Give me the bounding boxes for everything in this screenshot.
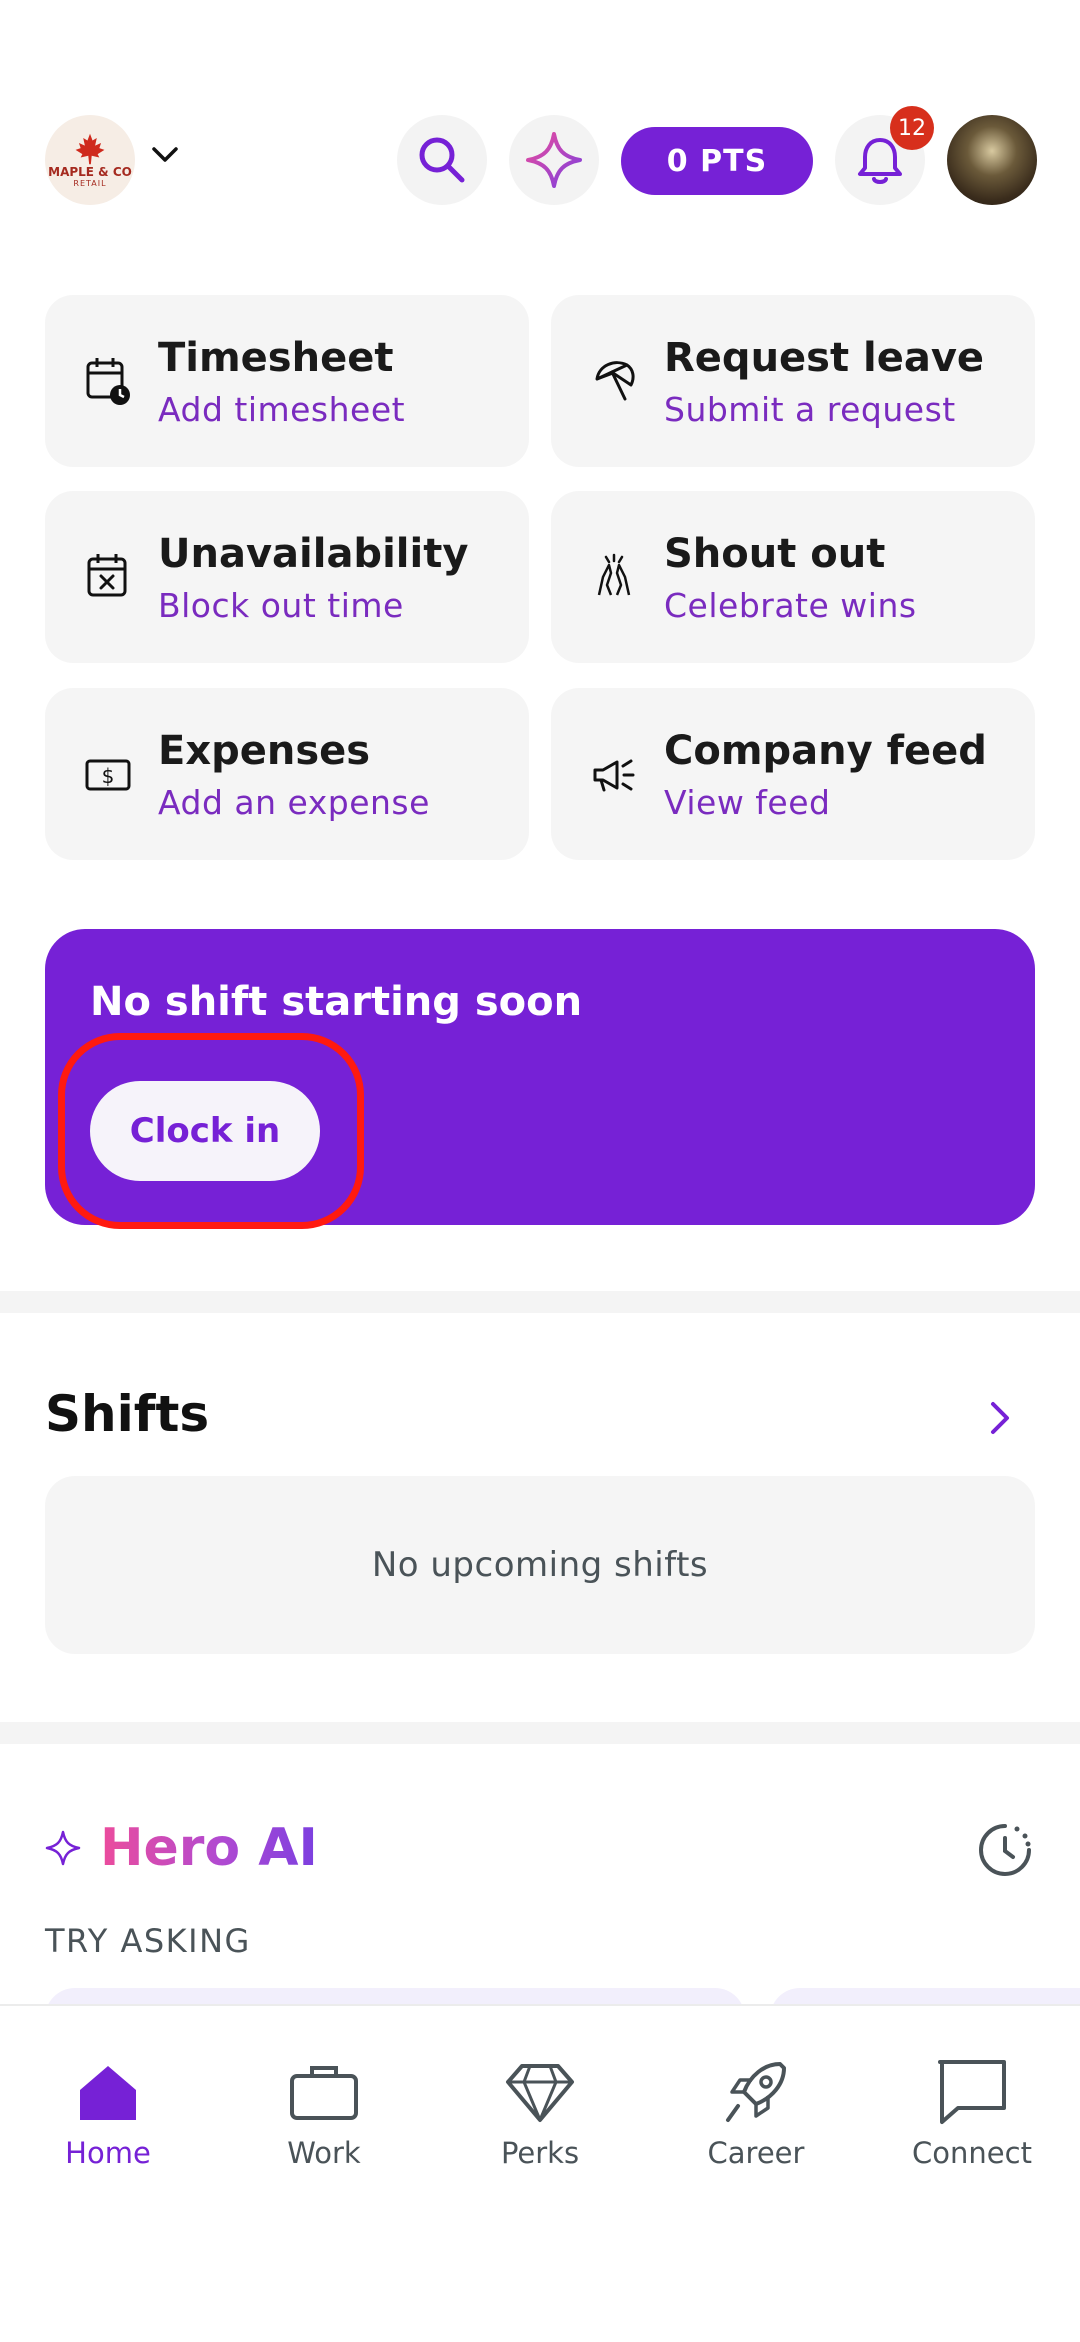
search-button[interactable] <box>397 115 487 205</box>
card-subtitle: Add an expense <box>158 783 430 822</box>
section-divider <box>0 1722 1080 1744</box>
card-subtitle: Submit a request <box>664 390 956 429</box>
card-subtitle: Celebrate wins <box>664 586 917 625</box>
nav-label: Home <box>65 2136 151 2170</box>
card-subtitle: Add timesheet <box>158 390 406 429</box>
shifts-title: Shifts <box>45 1385 210 1443</box>
nav-perks[interactable]: Perks <box>450 2056 630 2170</box>
ai-sparkle-button[interactable] <box>509 115 599 205</box>
try-asking-label: TRY ASKING <box>45 1922 251 1960</box>
company-logo-button[interactable]: MAPLE & CO RETAIL <box>45 115 135 205</box>
request-leave-card[interactable]: Request leave Submit a request <box>551 295 1035 467</box>
notification-badge: 12 <box>890 106 934 150</box>
avatar[interactable] <box>947 115 1037 205</box>
nav-label: Perks <box>500 2136 580 2170</box>
section-divider <box>0 1291 1080 1313</box>
home-icon <box>80 2066 136 2120</box>
search-icon <box>419 137 465 183</box>
chevron-right-icon[interactable] <box>985 1398 1015 1438</box>
card-title: Timesheet <box>158 335 394 381</box>
hero-ai-title: Hero AI <box>100 1818 318 1878</box>
sparkle-icon <box>45 1830 81 1866</box>
calendar-x-icon <box>87 554 127 597</box>
chat-bubble-icon <box>938 2060 1006 2124</box>
expenses-card[interactable]: $ Expenses Add an expense <box>45 688 529 860</box>
clock-in-highlight <box>58 1033 364 1229</box>
card-subtitle: Block out time <box>158 586 404 625</box>
nav-home[interactable]: Home <box>18 2056 198 2170</box>
umbrella-icon <box>595 361 635 401</box>
points-button[interactable]: 0 PTS <box>621 127 813 195</box>
unavailability-card[interactable]: Unavailability Block out time <box>45 491 529 663</box>
briefcase-icon <box>290 2066 358 2120</box>
diamond-icon <box>506 2064 574 2122</box>
shifts-empty-state: No upcoming shifts <box>45 1476 1035 1654</box>
nav-career[interactable]: Career <box>666 2056 846 2170</box>
logo-text: MAPLE & CO <box>48 165 132 179</box>
history-clock-icon[interactable] <box>975 1820 1035 1880</box>
shout-out-card[interactable]: Shout out Celebrate wins <box>551 491 1035 663</box>
card-title: Company feed <box>664 728 987 774</box>
card-title: Unavailability <box>158 531 469 577</box>
sparkle-icon <box>526 132 582 188</box>
card-subtitle: View feed <box>664 783 831 822</box>
chevron-down-icon[interactable] <box>150 145 180 165</box>
bottom-nav: Home Work Perks Career Connect <box>0 2004 1080 2342</box>
card-title: Expenses <box>158 728 371 774</box>
card-title: Shout out <box>664 531 886 577</box>
megaphone-icon <box>593 759 635 792</box>
company-feed-card[interactable]: Company feed View feed <box>551 688 1035 860</box>
rocket-icon <box>726 2062 786 2122</box>
nav-work[interactable]: Work <box>234 2056 414 2170</box>
maple-leaf-icon <box>75 133 105 165</box>
nav-label: Work <box>287 2136 361 2170</box>
svg-text:$: $ <box>102 764 115 788</box>
nav-label: Career <box>707 2136 805 2170</box>
card-title: Request leave <box>664 335 985 381</box>
nav-connect[interactable]: Connect <box>882 2056 1062 2170</box>
calendar-clock-icon <box>86 358 130 405</box>
banner-title: No shift starting soon <box>90 979 583 1025</box>
timesheet-card[interactable]: Timesheet Add timesheet <box>45 295 529 467</box>
high-five-icon <box>597 553 631 596</box>
dollar-bill-icon: $ <box>85 759 131 791</box>
nav-label: Connect <box>912 2136 1032 2170</box>
logo-subtext: RETAIL <box>73 179 107 188</box>
